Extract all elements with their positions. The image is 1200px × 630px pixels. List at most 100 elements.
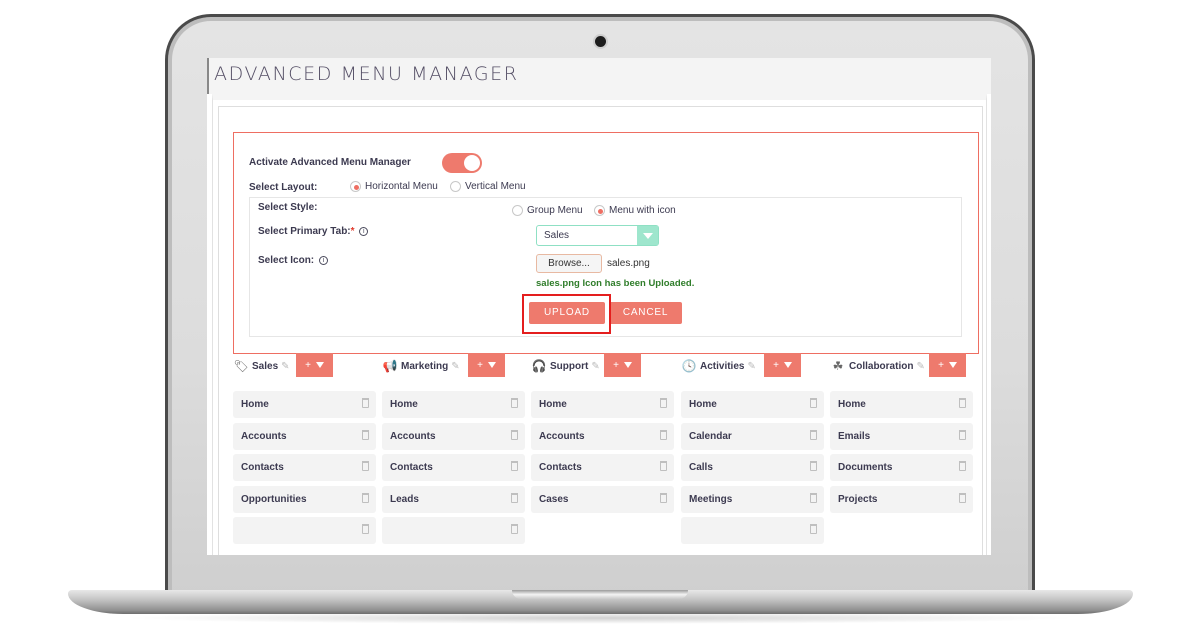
primary-tab-select[interactable]: Sales [536, 225, 659, 246]
menu-item-list: Home Accounts Contacts Leads [382, 391, 525, 549]
menu-item-label: Calls [689, 462, 713, 473]
plus-icon: + [773, 359, 779, 371]
menu-item-label: Home [838, 399, 866, 410]
trash-icon[interactable] [362, 429, 369, 440]
menu-item[interactable]: Leads [382, 485, 525, 513]
add-menu-item-button[interactable]: + [604, 353, 641, 377]
trash-icon[interactable] [660, 461, 667, 471]
screen: ADVANCED MENU MANAGER Activate Advanced … [207, 58, 991, 555]
menu-group-header: 🎧 Support ✎ + [531, 353, 674, 379]
menu-item-label: Cases [539, 493, 569, 505]
menu-item[interactable]: Meetings [681, 485, 824, 513]
add-menu-item-button[interactable]: + [296, 353, 333, 377]
menu-item[interactable]: Emails [830, 422, 973, 450]
menu-item-label: Meetings [689, 493, 733, 505]
menu-item[interactable]: Calendar [681, 422, 824, 450]
plus-icon: + [305, 359, 311, 371]
menu-group-name: Collaboration [849, 360, 914, 372]
info-icon[interactable]: i [318, 255, 328, 265]
pencil-icon[interactable]: ✎ [281, 361, 289, 372]
main-panel: Activate Advanced Menu Manager Select La… [212, 94, 987, 555]
menu-item[interactable]: Contacts [233, 454, 376, 481]
settings-box: Activate Advanced Menu Manager Select La… [233, 132, 979, 354]
menu-item[interactable]: Accounts [382, 422, 525, 450]
menu-item[interactable]: Cases [531, 485, 674, 513]
icon-label-text: Select Icon: [258, 255, 315, 266]
menu-item[interactable]: Calls [681, 454, 824, 481]
menu-group-collaboration: ☘ Collaboration ✎ + Home Emails Documents Proje… [830, 353, 973, 513]
menu-item[interactable]: Contacts [531, 454, 674, 481]
radio-vertical-menu[interactable]: Vertical Menu [450, 181, 526, 192]
required-marker: * [350, 226, 355, 237]
trash-icon[interactable] [362, 398, 369, 408]
trash-icon[interactable] [810, 461, 817, 471]
radio-horizontal-menu[interactable]: Horizontal Menu [350, 181, 438, 192]
trash-icon[interactable] [959, 492, 966, 503]
cancel-button[interactable]: CANCEL [609, 302, 682, 324]
laptop-notch [512, 590, 688, 599]
activate-toggle[interactable] [442, 153, 482, 173]
menu-item[interactable]: Contacts [382, 454, 525, 481]
trash-icon[interactable] [511, 429, 518, 440]
menu-item[interactable]: Accounts [531, 422, 674, 450]
pencil-icon[interactable]: ✎ [591, 361, 599, 372]
icon-label: Select Icon: i [258, 255, 328, 266]
headset-icon: 🎧 [531, 359, 547, 373]
add-menu-item-button[interactable]: + [764, 353, 801, 377]
trash-icon[interactable] [810, 524, 817, 534]
trash-icon[interactable] [810, 429, 817, 440]
menu-item-list: Home Calendar Calls Meetings [681, 391, 824, 549]
upload-highlight-box [522, 294, 611, 334]
browse-button[interactable]: Browse... [536, 254, 602, 273]
trash-icon[interactable] [511, 524, 518, 534]
menu-item[interactable]: Projects [830, 485, 973, 513]
pencil-icon[interactable]: ✎ [451, 361, 459, 372]
menu-item[interactable]: Home [382, 391, 525, 418]
menu-group-name: Activities [700, 360, 745, 372]
tag-icon: 🏷 [233, 359, 249, 373]
trash-icon[interactable] [660, 429, 667, 440]
trash-icon[interactable] [959, 461, 966, 471]
radio-dot [450, 181, 461, 192]
chevron-down-icon[interactable] [637, 226, 658, 245]
menu-item[interactable]: Documents [830, 454, 973, 481]
trash-icon[interactable] [810, 492, 817, 503]
trash-icon[interactable] [511, 492, 518, 503]
caret-down-icon [783, 362, 792, 368]
page-title: ADVANCED MENU MANAGER [214, 63, 519, 85]
trash-icon[interactable] [511, 398, 518, 408]
trash-icon[interactable] [660, 398, 667, 408]
trash-icon[interactable] [810, 398, 817, 408]
menu-item-label: Accounts [539, 430, 585, 442]
trash-icon[interactable] [959, 398, 966, 408]
trash-icon[interactable] [511, 461, 518, 471]
menu-item[interactable] [382, 517, 525, 544]
menu-item[interactable]: Home [681, 391, 824, 418]
trash-icon[interactable] [959, 429, 966, 440]
clock-icon: 🕓 [681, 359, 697, 373]
menu-item[interactable]: Accounts [233, 422, 376, 450]
caret-down-icon [948, 362, 957, 368]
add-menu-item-button[interactable]: + [468, 353, 505, 377]
trash-icon[interactable] [660, 492, 667, 503]
menu-item-label: Home [241, 399, 269, 410]
menu-item[interactable]: Opportunities [233, 485, 376, 513]
radio-label: Vertical Menu [465, 181, 526, 192]
trash-icon[interactable] [362, 524, 369, 534]
pencil-icon[interactable]: ✎ [747, 361, 755, 372]
trash-icon[interactable] [362, 461, 369, 471]
menu-item[interactable]: Home [531, 391, 674, 418]
radio-dot [512, 205, 523, 216]
radio-label: Group Menu [527, 205, 583, 216]
radio-group-menu[interactable]: Group Menu [512, 205, 583, 216]
info-icon[interactable]: i [359, 226, 369, 236]
menu-item[interactable]: Home [830, 391, 973, 418]
pencil-icon[interactable]: ✎ [916, 361, 924, 372]
menu-item[interactable] [233, 517, 376, 544]
radio-menu-with-icon[interactable]: Menu with icon [594, 205, 676, 216]
trash-icon[interactable] [362, 492, 369, 503]
menu-item-label: Contacts [390, 462, 433, 473]
menu-item[interactable]: Home [233, 391, 376, 418]
add-menu-item-button[interactable]: + [929, 353, 966, 377]
menu-item[interactable] [681, 517, 824, 544]
